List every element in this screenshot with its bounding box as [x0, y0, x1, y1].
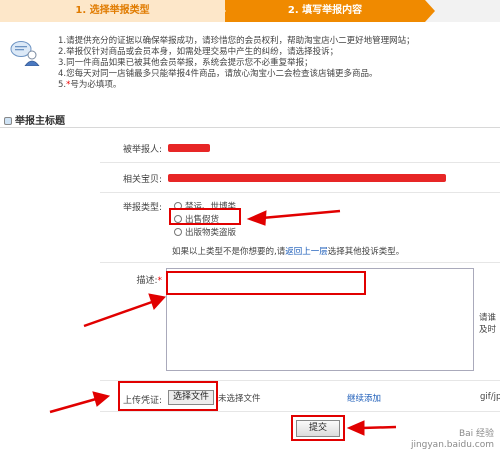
required-star: * — [157, 276, 163, 286]
highlight-counterfeit-box — [169, 208, 241, 225]
section-title: 举报主标题 — [4, 112, 65, 127]
arrow-to-description — [83, 300, 153, 328]
hint-prefix: 如果以上类型不是你想要的,请 — [172, 247, 286, 257]
type-label: 举报类型: — [122, 203, 162, 213]
title-divider — [0, 127, 500, 128]
notice-line-5-num: 5. — [58, 80, 67, 90]
step-separator — [216, 0, 226, 22]
watermark-line-1: Bai 经验 — [458, 429, 494, 439]
row-divider — [100, 192, 500, 193]
notice-line-1: 1.请提供充分的证据以确保举报成功，请珍惜您的会员权利，帮助淘宝店小二更好地管理… — [58, 36, 415, 46]
description-label-text: 描述: — [136, 276, 158, 286]
section-bullet-icon — [4, 117, 12, 125]
radio-circle[interactable] — [174, 228, 182, 236]
item-value-redacted[interactable] — [168, 174, 446, 182]
hint-suffix: 选择其他投诉类型。 — [327, 247, 405, 257]
no-file-text: 未选择文件 — [218, 394, 261, 404]
format-hint: gif/jp — [480, 392, 500, 402]
arrow-to-counterfeit — [261, 209, 341, 220]
description-label: 描述:* — [104, 273, 162, 286]
arrow-to-upload — [49, 397, 97, 414]
back-link[interactable]: 返回上一层 — [285, 247, 328, 257]
notice-line-4: 4.您每天对同一店铺最多只能举报4件商品，请放心淘宝小二会检查该店铺更多商品。 — [58, 69, 378, 79]
section-title-text: 举报主标题 — [15, 116, 65, 127]
step-2-fill-content: 2. 填写举报内容 — [225, 0, 425, 22]
notice-text: 1.请提供充分的证据以确保举报成功，请珍惜您的会员权利，帮助淘宝店小二更好地管理… — [58, 36, 498, 91]
option-piracy[interactable]: 出版物类盗版 — [174, 226, 236, 238]
baidu-watermark: Bai 经验 jingyan.baidu.com — [411, 429, 494, 451]
arrow-head — [246, 210, 267, 226]
row-divider — [100, 262, 500, 263]
row-divider — [100, 162, 500, 163]
notice-line-5: 5.*号为必填项。 — [58, 80, 498, 91]
highlight-description-box — [166, 271, 366, 295]
highlight-upload-box — [118, 381, 218, 411]
step-1-select-type: 1. 选择举报类型 — [0, 0, 225, 22]
info-chat-icon — [10, 40, 40, 67]
arrow-head — [148, 293, 166, 310]
step-bar: 1. 选择举报类型 2. 填写举报内容 — [0, 0, 500, 22]
notice-line-5-text: 号为必填项。 — [70, 80, 122, 90]
type-hint: 如果以上类型不是你想要的,请返回上一层选择其他投诉类型。 — [172, 245, 404, 257]
highlight-submit-box — [291, 415, 345, 441]
watermark-line-2: jingyan.baidu.com — [410, 440, 494, 450]
continue-add-link[interactable]: 继续添加 — [347, 392, 381, 404]
row-divider — [100, 411, 500, 412]
reported-value-redacted — [168, 144, 210, 152]
item-label: 相关宝贝: — [122, 175, 162, 185]
arrow-to-submit — [361, 425, 397, 430]
step-arrow-tip — [425, 0, 435, 22]
arrow-head — [346, 420, 365, 436]
reported-label: 被举报人: — [122, 145, 162, 155]
side-note: 请谁及时 — [479, 313, 497, 335]
notice-line-2: 2.举报仅针对商品或会员本身，如需处理交易中产生的纠纷，请选择投诉； — [58, 47, 339, 57]
notice-line-3: 3.同一件商品如果已被其他会员举报，系统会提示您不必重复举报； — [58, 58, 313, 68]
option-label: 出版物类盗版 — [185, 228, 237, 238]
